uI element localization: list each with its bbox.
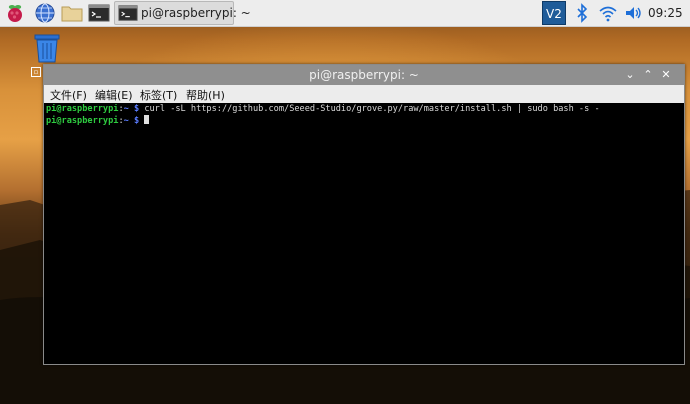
terminal-icon[interactable] [88,2,112,24]
wifi-icon[interactable] [598,2,618,24]
globe-icon[interactable] [34,2,58,24]
menu-tabs[interactable]: 标签(T) [140,87,177,103]
terminal-window: pi@raspberrypi: ~ ⌄ ⌃ ✕ 文件(F) 编辑(E) 标签(T… [43,64,685,365]
bluetooth-icon[interactable] [574,2,590,24]
command-text: curl -sL https://github.com/Seeed-Studio… [139,104,600,114]
trash-icon[interactable] [30,32,64,64]
taskbar: pi@raspberrypi: ~ V2 09:25 [0,0,690,27]
terminal-line: pi@raspberrypi:~ $ [46,115,682,126]
text-cursor [144,115,150,124]
prompt-path: ~ $ [123,116,140,126]
terminal-task-icon [118,3,138,27]
vnc-icon[interactable]: V2 [542,1,566,25]
clock[interactable]: 09:25 [648,6,683,20]
menu-file[interactable]: 文件(F) [50,87,87,103]
svg-text:V2: V2 [546,7,562,21]
prompt-user: pi@raspberrypi [46,104,119,114]
terminal-line: pi@raspberrypi:~ $ curl -sL https://gith… [46,104,682,115]
menu-help[interactable]: 帮助(H) [186,87,225,103]
window-title: pi@raspberrypi: ~ [309,68,419,82]
prompt-path: ~ $ [123,104,140,114]
menubar: 文件(F) 编辑(E) 标签(T) 帮助(H) [44,85,684,103]
taskbar-task-terminal[interactable]: pi@raspberrypi: ~ [114,1,251,27]
maximize-button[interactable]: ⌃ [640,67,656,83]
folder-icon[interactable] [60,2,84,24]
volume-icon[interactable] [624,2,644,24]
terminal-output[interactable]: pi@raspberrypi:~ $ curl -sL https://gith… [44,103,684,364]
minimize-button[interactable]: ⌄ [622,67,638,83]
raspberry-icon[interactable] [4,2,28,24]
close-button[interactable]: ✕ [658,67,674,83]
task-label: pi@raspberrypi: ~ [141,6,251,20]
window-menu-icon[interactable]: ▫ [31,67,41,77]
prompt-user: pi@raspberrypi [46,116,119,126]
window-titlebar[interactable]: pi@raspberrypi: ~ ⌄ ⌃ ✕ [44,65,684,85]
menu-edit[interactable]: 编辑(E) [95,87,133,103]
